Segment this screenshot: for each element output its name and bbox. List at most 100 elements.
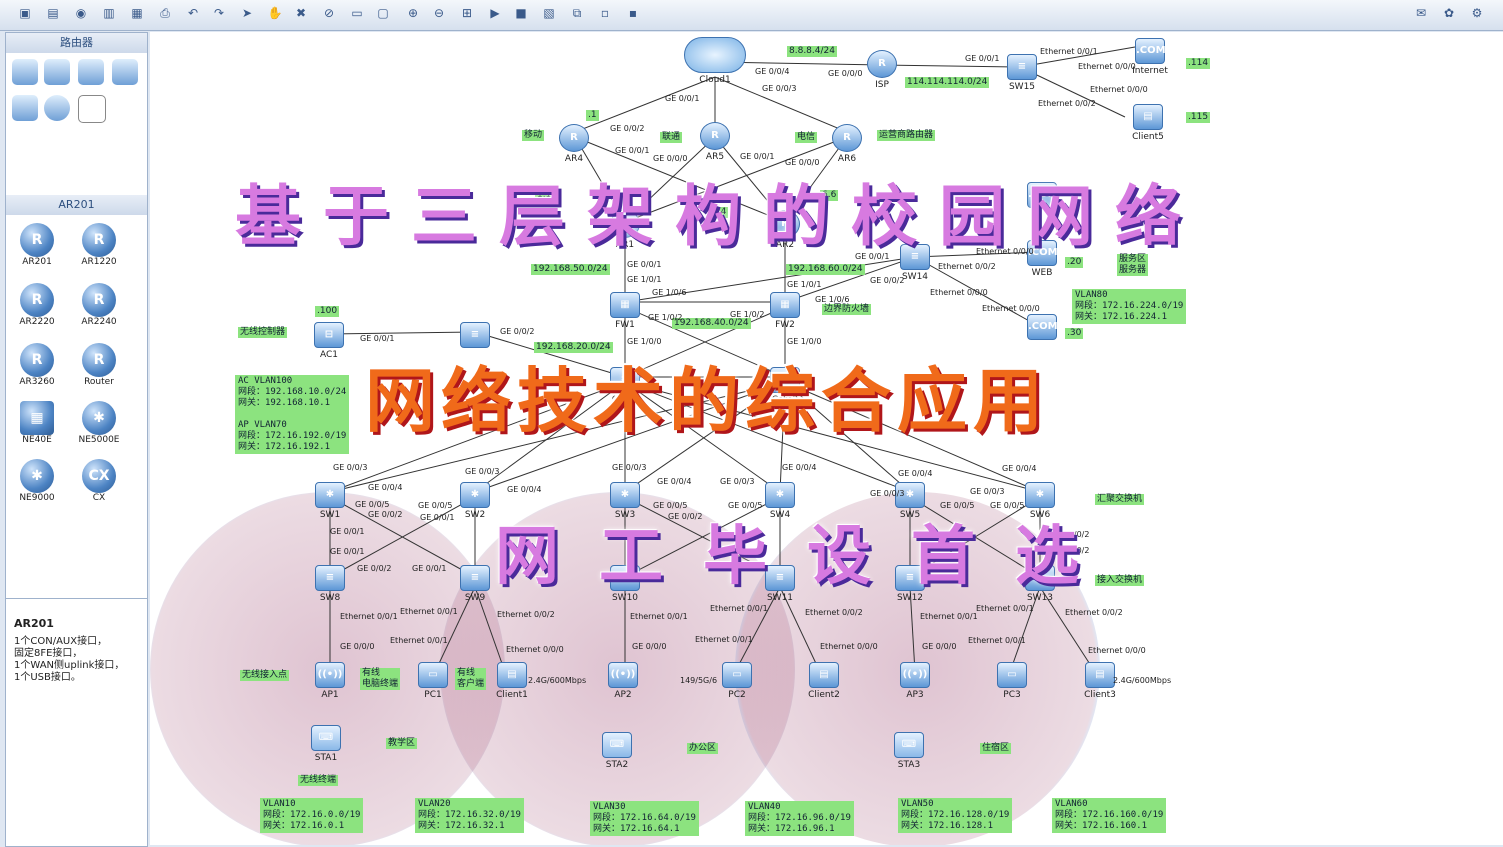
client2[interactable]: ▤ Client2 [802, 662, 846, 700]
sw8-switch[interactable]: ≡ SW8 [315, 565, 345, 603]
device-ar201[interactable]: R AR201 [12, 223, 62, 267]
open-icon[interactable]: ◉ [72, 4, 90, 22]
server-bottom[interactable]: .COM [1027, 314, 1058, 340]
port-label: GE 0/0/5 [355, 500, 390, 509]
server-icon: .COM [1135, 38, 1166, 64]
router-icon: R [20, 283, 54, 317]
delete-icon[interactable]: ✖ [292, 4, 310, 22]
port-label: GE 0/0/1 [412, 564, 447, 573]
server-icon: .COM [1027, 314, 1058, 340]
sta3[interactable]: ⌨ STA3 [894, 732, 924, 770]
device-ar2220[interactable]: R AR2220 [12, 283, 62, 327]
settings-icon[interactable]: ⚙ [1468, 4, 1486, 22]
port-label: GE 0/0/1 [740, 152, 775, 161]
model-section-title: AR201 [6, 195, 147, 215]
switch-icon: ≡ [1007, 54, 1037, 80]
label-114: .114 [1186, 58, 1211, 69]
device-ar1220[interactable]: R AR1220 [74, 223, 124, 267]
pc3[interactable]: ▭ PC3 [997, 662, 1027, 700]
ap3[interactable]: ((•)) AP3 [900, 662, 930, 700]
new-file-icon[interactable]: ▤ [44, 4, 62, 22]
pc-icon: ▭ [722, 662, 752, 688]
sw1-switch[interactable]: ✱ SW1 [315, 482, 345, 520]
internet-server[interactable]: .COM Internet [1130, 38, 1170, 76]
sta1[interactable]: ⌨ STA1 [311, 725, 341, 763]
ar5-router[interactable]: R AR5 [700, 122, 730, 162]
start-icon[interactable]: ▶ [486, 4, 504, 22]
topology-canvas[interactable]: Cloud1 R ISP ≡ SW15 .COM Internet ▤ Client5 … [150, 32, 1503, 845]
switch-category-icon[interactable] [44, 59, 70, 85]
pc2[interactable]: ▭ PC2 [722, 662, 752, 700]
fw1-firewall[interactable]: ▦ FW1 [610, 292, 640, 330]
port-label: GE 0/0/3 [720, 477, 755, 486]
port-label: GE 0/0/5 [418, 501, 453, 510]
rect-icon[interactable]: ▢ [374, 4, 392, 22]
ac1-controller[interactable]: ⊟ AC1 [314, 322, 344, 360]
link-category-icon[interactable] [78, 95, 106, 123]
undo-icon[interactable]: ↶ [184, 4, 202, 22]
capture-icon[interactable]: ▧ [540, 4, 558, 22]
pc1[interactable]: ▭ PC1 [418, 662, 448, 700]
device-ar3260[interactable]: R AR3260 [12, 343, 62, 387]
label-net40: 192.168.40.0/24 [672, 318, 751, 329]
device-panel: 路由器 AR201 R AR201 R AR1220 R AR2220 R AR2240… [5, 32, 148, 847]
ar6-router[interactable]: R AR6 [832, 124, 862, 164]
chat-icon[interactable]: ✉ [1412, 4, 1430, 22]
firewall-category-icon[interactable] [112, 59, 138, 85]
firewall-icon: ▦ [610, 292, 640, 318]
text-icon[interactable]: ▭ [348, 4, 366, 22]
ap-icon: ((•)) [315, 662, 345, 688]
huawei-icon[interactable]: ✿ [1440, 4, 1458, 22]
isp-router[interactable]: R ISP [867, 50, 897, 90]
zoom-in-icon[interactable]: ⊕ [404, 4, 422, 22]
print-icon[interactable]: ⎙ [156, 4, 174, 22]
new-topology-icon[interactable]: ▣ [16, 4, 34, 22]
select-icon[interactable]: ➤ [238, 4, 256, 22]
stop-icon[interactable]: ■ [512, 4, 530, 22]
save-as-icon[interactable]: ▦ [128, 4, 146, 22]
terminal-category-icon[interactable] [12, 95, 38, 121]
info-vlan60: VLAN60 网段：172.16.160.0/19 网关：172.16.160.… [1052, 798, 1167, 833]
laptop-icon: ⌨ [311, 725, 341, 751]
hand-icon[interactable]: ✋ [266, 4, 284, 22]
client5[interactable]: ▤ Client5 [1128, 104, 1168, 142]
fit-icon[interactable]: ⊞ [458, 4, 476, 22]
port-label: 149/5G/6 [680, 676, 718, 685]
client-icon: ▤ [809, 662, 839, 688]
router-category-icon[interactable] [12, 59, 38, 85]
save-icon[interactable]: ▥ [100, 4, 118, 22]
delete-link-icon[interactable]: ⊘ [320, 4, 338, 22]
grid-icon[interactable]: ▫ [596, 4, 614, 22]
info-ac-vlan: AC VLAN100 网段：192.168.10.0/24 网关：192.168… [235, 375, 350, 454]
device-router[interactable]: R Router [74, 343, 124, 387]
topology-icon[interactable]: ⧉ [568, 4, 586, 22]
switch-icon: ≡ [315, 565, 345, 591]
sw15-switch[interactable]: ≡ SW15 [1007, 54, 1037, 92]
ap2[interactable]: ((•)) AP2 [608, 662, 638, 700]
sw9-switch[interactable]: ≡ SW9 [460, 565, 490, 603]
device-ne40e[interactable]: ▦ NE40E [12, 401, 62, 445]
redo-icon[interactable]: ↷ [210, 4, 228, 22]
device-ne5000e[interactable]: ✱ NE5000E [74, 401, 124, 445]
pc-icon: ▭ [997, 662, 1027, 688]
cloud-category-icon[interactable] [44, 95, 70, 121]
port-label: GE 0/0/1 [965, 54, 1000, 63]
device-cx[interactable]: CX CX [74, 459, 124, 503]
port-label: Ethernet 0/0/0 [820, 642, 878, 651]
sw2-switch[interactable]: ✱ SW2 [460, 482, 490, 520]
wlan-category-icon[interactable] [78, 59, 104, 85]
port-label: GE 0/0/2 [870, 276, 905, 285]
label-dot1: .1 [586, 110, 599, 121]
fw2-firewall[interactable]: ▦ FW2 [770, 292, 800, 330]
info-vlan10: VLAN10 网段：172.16.0.0/19 网关：172.16.0.1 [260, 798, 364, 833]
zoom-out-icon[interactable]: ⊖ [430, 4, 448, 22]
cloud-node[interactable]: Cloud1 [683, 37, 747, 85]
device-ne9000[interactable]: ✱ NE9000 [12, 459, 62, 503]
label-dorm: 住宿区 [980, 743, 1012, 754]
sta2[interactable]: ⌨ STA2 [602, 732, 632, 770]
port-label: GE 0/0/4 [368, 483, 403, 492]
cli-icon[interactable]: ▪ [624, 4, 642, 22]
ar4-router[interactable]: R AR4 [559, 124, 589, 164]
device-ar2240[interactable]: R AR2240 [74, 283, 124, 327]
ap1[interactable]: ((•)) AP1 [315, 662, 345, 700]
